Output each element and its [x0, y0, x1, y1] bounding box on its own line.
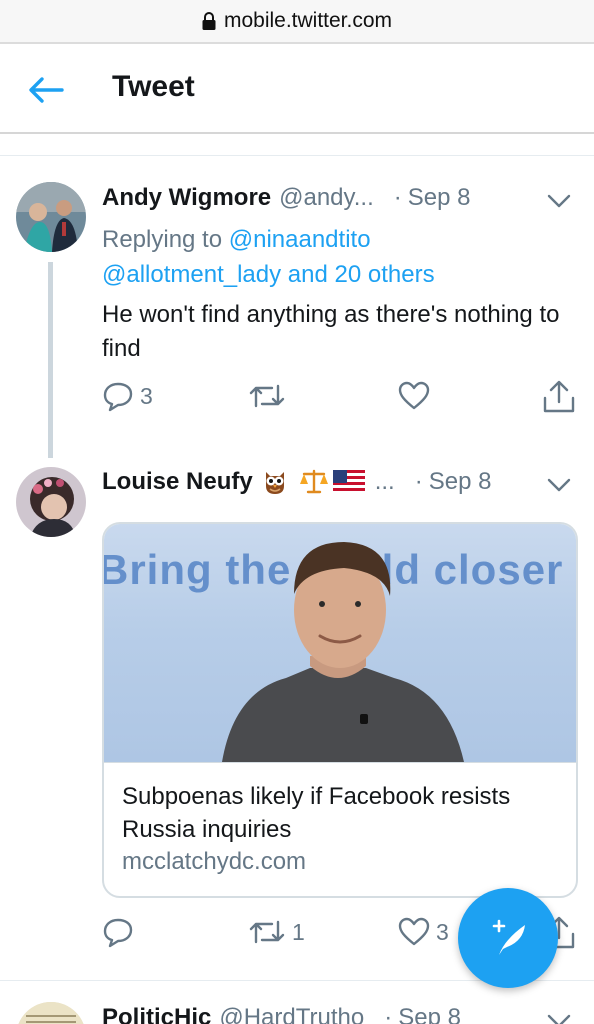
chevron-down-icon[interactable]: [546, 476, 572, 494]
card-domain: mcclatchydc.com: [122, 848, 307, 875]
heart-icon: [398, 917, 430, 946]
card-title: Subpoenas likely if Facebook resists Rus…: [122, 783, 511, 843]
thread-line: [48, 262, 53, 458]
reply-icon: [103, 382, 133, 412]
url-text: mobile.twitter.com: [223, 9, 393, 32]
page-title: Tweet: [112, 70, 195, 103]
share-icon: [543, 380, 575, 413]
arrow-left-icon: [29, 77, 64, 103]
replying-prefix: Replying to: [102, 226, 229, 253]
reply-button[interactable]: [102, 916, 140, 948]
tweet-date[interactable]: Sep 8: [429, 468, 492, 496]
balance-scale-emoji-icon: [299, 469, 328, 494]
like-count: 3: [436, 918, 449, 945]
heart-icon: [398, 381, 430, 410]
like-button[interactable]: 3: [398, 916, 449, 948]
separator-dot: ·: [393, 184, 402, 211]
replying-to: Replying to @ninaandtito @allotment_lady…: [102, 222, 435, 292]
page-header: Tweet: [0, 44, 594, 134]
card-image: Bring the world closer: [104, 524, 576, 762]
like-button[interactable]: [398, 380, 436, 412]
tweet-actions: 3: [102, 380, 580, 420]
user-handle[interactable]: @HardTrutho: [219, 1004, 364, 1024]
tweet-date[interactable]: Sep 8: [408, 184, 471, 212]
tweet-text: He won't find anything as there's nothin…: [102, 301, 560, 362]
browser-url-bar[interactable]: mobile.twitter.com: [0, 0, 594, 42]
replying-others-link[interactable]: @allotment_lady and 20 others: [102, 261, 435, 288]
reply-icon: [103, 918, 133, 948]
chevron-down-icon[interactable]: [546, 1012, 572, 1024]
retweet-button[interactable]: 1: [248, 916, 305, 948]
owl-emoji-icon: [265, 472, 284, 494]
tweet-header: Andy Wigmore @andy... · Sep 8: [102, 184, 470, 212]
tweet-header: PoliticHic @HardTrutho · Sep 8: [102, 1004, 461, 1024]
avatar[interactable]: [16, 1002, 86, 1024]
feather-plus-icon: [492, 919, 525, 955]
reply-count: 3: [140, 382, 153, 409]
card-divider: [104, 762, 576, 763]
link-preview-card[interactable]: Bring the world closer Subpoenas likely …: [102, 522, 578, 898]
display-name[interactable]: Louise Neufy: [102, 468, 253, 496]
retweet-button[interactable]: [248, 380, 292, 412]
tweet-date[interactable]: Sep 8: [398, 1004, 461, 1024]
display-name[interactable]: Andy Wigmore: [102, 184, 271, 212]
avatar[interactable]: [16, 467, 86, 537]
user-handle[interactable]: ...: [375, 468, 395, 496]
separator-dot: ·: [414, 468, 423, 495]
retweet-icon: [249, 920, 285, 944]
compose-tweet-button[interactable]: [458, 888, 558, 988]
separator-dot: ·: [384, 1004, 393, 1024]
lock-icon: [202, 12, 216, 30]
chevron-down-icon[interactable]: [546, 192, 572, 210]
retweet-icon: [249, 384, 285, 408]
section-gap: [0, 136, 594, 156]
replying-user-link[interactable]: @ninaandtito: [229, 226, 371, 253]
back-button[interactable]: [28, 70, 72, 110]
share-button[interactable]: [542, 380, 576, 414]
us-flag-emoji-icon: [332, 470, 365, 494]
user-handle[interactable]: @andy...: [279, 184, 374, 212]
tweet-header: Louise Neufy ... · Sep 8: [102, 468, 491, 496]
avatar[interactable]: [16, 182, 86, 252]
display-name[interactable]: PoliticHic: [102, 1004, 211, 1024]
reply-button[interactable]: 3: [102, 380, 153, 412]
retweet-count: 1: [292, 918, 305, 945]
